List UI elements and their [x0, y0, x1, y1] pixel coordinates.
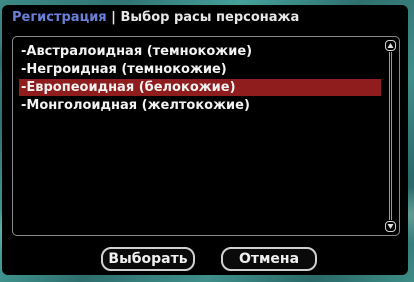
race-selection-dialog: Регистрация | Выбор расы персонажа -Авст…	[2, 5, 408, 275]
race-list: -Австралоидная (темнокожие) -Негроидная …	[12, 36, 400, 236]
scroll-down-button[interactable]	[385, 221, 396, 232]
dialog-title: Регистрация | Выбор расы персонажа	[12, 10, 299, 26]
race-item-australoid[interactable]: -Австралоидная (темнокожие)	[19, 43, 381, 60]
list-scrollbar[interactable]	[385, 40, 396, 232]
title-race-selection: Выбор расы персонажа	[120, 10, 300, 25]
arrow-up-icon	[387, 43, 394, 48]
race-item-negroid[interactable]: -Негроидная (темнокожие)	[19, 61, 381, 78]
select-button[interactable]: Выборать	[101, 247, 195, 271]
title-registration: Регистрация	[12, 10, 107, 25]
race-item-mongoloid[interactable]: -Монголоидная (желтокожие)	[19, 97, 381, 114]
race-item-caucasoid[interactable]: -Европеоидная (белокожие)	[19, 79, 381, 96]
arrow-down-icon	[387, 224, 394, 229]
cancel-button[interactable]: Отмена	[221, 247, 317, 271]
scroll-up-button[interactable]	[385, 40, 396, 51]
title-separator: |	[106, 10, 121, 25]
scroll-track[interactable]	[389, 52, 392, 220]
